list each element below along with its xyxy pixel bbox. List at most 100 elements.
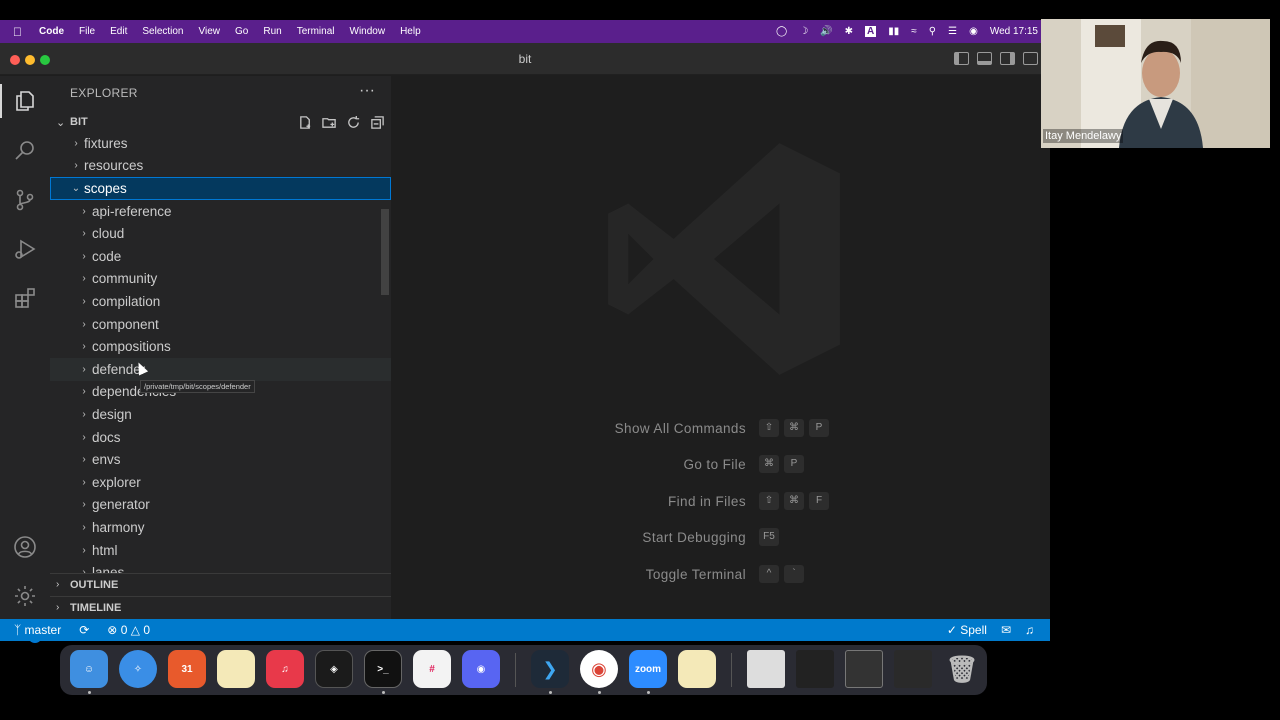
- menu-run[interactable]: Run: [263, 26, 281, 37]
- shortcut-name: Find in Files: [668, 494, 746, 509]
- feedback-icon[interactable]: ✉: [1001, 623, 1011, 637]
- chevron-right-icon: ›: [82, 454, 86, 466]
- new-file-icon[interactable]: [297, 114, 313, 130]
- tree-folder-row[interactable]: › generator: [50, 494, 391, 517]
- volume-icon[interactable]: 🔊: [820, 26, 832, 37]
- menu-terminal[interactable]: Terminal: [297, 26, 335, 37]
- tree-folder-row[interactable]: › envs: [50, 448, 391, 471]
- input-source-icon[interactable]: A: [865, 26, 877, 37]
- spell-status[interactable]: ✓ Spell: [947, 623, 987, 637]
- chrome-icon[interactable]: ◉: [580, 650, 618, 688]
- tree-folder-label: html: [92, 542, 118, 558]
- shortcut-entry[interactable]: Show All Commands ⇧ ⌘ P: [391, 418, 1050, 440]
- branch-status[interactable]: ᛉ master: [14, 623, 61, 637]
- more-actions-icon[interactable]: ···: [359, 82, 375, 100]
- new-folder-icon[interactable]: [321, 114, 337, 130]
- tree-folder-row[interactable]: › design: [50, 403, 391, 426]
- section-header-bit[interactable]: ⌄ BIT: [50, 112, 391, 134]
- tree-folder-row[interactable]: › resources: [50, 155, 391, 178]
- tree-folder-row[interactable]: › api-reference: [50, 200, 391, 223]
- customize-layout-icon[interactable]: [1023, 52, 1038, 65]
- shortcut-entry[interactable]: Toggle Terminal ^ `: [391, 564, 1050, 586]
- toggle-primary-sidebar-icon[interactable]: [954, 52, 969, 65]
- run-debug-icon[interactable]: [10, 234, 40, 264]
- search-icon[interactable]: [10, 135, 40, 165]
- menu-selection[interactable]: Selection: [142, 26, 183, 37]
- shortcut-entry[interactable]: Go to File ⌘ P: [391, 454, 1050, 476]
- settings-gear-icon[interactable]: [10, 581, 40, 611]
- toggle-panel-icon[interactable]: [977, 52, 992, 65]
- git-branch-icon: ᛉ: [14, 623, 22, 637]
- stickies-icon[interactable]: [678, 650, 716, 688]
- notifications-bell-icon[interactable]: ♫: [1025, 623, 1034, 637]
- notes-icon[interactable]: [217, 650, 255, 688]
- menu-edit[interactable]: Edit: [110, 26, 127, 37]
- tree-folder-row[interactable]: › cloud: [50, 222, 391, 245]
- finder-icon[interactable]: ☺: [70, 650, 108, 688]
- layers-app-icon[interactable]: ◈: [315, 650, 353, 688]
- chevron-right-icon: ›: [82, 295, 86, 307]
- explorer-icon[interactable]: [10, 86, 40, 116]
- menu-bar-clock[interactable]: Wed 17:15: [990, 26, 1038, 37]
- vscode-icon[interactable]: ❯: [531, 650, 569, 688]
- tree-folder-row[interactable]: › component: [50, 313, 391, 336]
- source-control-icon[interactable]: [10, 185, 40, 215]
- safari-icon[interactable]: ✧: [119, 650, 157, 688]
- problems-status[interactable]: ⊗ 0 △ 0: [107, 623, 150, 637]
- chevron-right-icon: ›: [82, 499, 86, 511]
- menu-app-code[interactable]: Code: [39, 26, 64, 37]
- tree-folder-row[interactable]: › community: [50, 268, 391, 291]
- tree-folder-row[interactable]: › docs: [50, 426, 391, 449]
- section-header-timeline[interactable]: › TIMELINE: [50, 596, 391, 618]
- zoom-icon[interactable]: zoom: [629, 650, 667, 688]
- discord-icon[interactable]: ◉: [462, 650, 500, 688]
- minimized-window-icon[interactable]: [845, 650, 883, 688]
- tree-folder-row[interactable]: › explorer: [50, 471, 391, 494]
- tree-folder-row[interactable]: › code: [50, 245, 391, 268]
- section-header-outline[interactable]: › OUTLINE: [50, 573, 391, 595]
- minimized-window-icon[interactable]: [796, 650, 834, 688]
- terminal-icon[interactable]: >_: [364, 650, 402, 688]
- bluetooth-icon[interactable]: ✱: [845, 26, 853, 37]
- fantastical-calendar-icon[interactable]: 31: [168, 650, 206, 688]
- tree-folder-row[interactable]: › fixtures: [50, 132, 391, 155]
- tree-folder-row[interactable]: › compositions: [50, 335, 391, 358]
- menu-go[interactable]: Go: [235, 26, 248, 37]
- spotlight-search-icon[interactable]: ⚲: [929, 26, 936, 37]
- menu-view[interactable]: View: [199, 26, 221, 37]
- sync-icon[interactable]: ⟳: [79, 623, 89, 637]
- chevron-right-icon: ›: [82, 250, 86, 262]
- tree-folder-row[interactable]: › compilation: [50, 290, 391, 313]
- shortcut-entry[interactable]: Start Debugging F5: [391, 527, 1050, 549]
- tree-folder-row[interactable]: › html: [50, 539, 391, 562]
- keyboard-key: P: [809, 419, 829, 437]
- editor-area[interactable]: Show All Commands ⇧ ⌘ P Go to File ⌘ P Find in …: [391, 76, 1050, 619]
- shortcut-entry[interactable]: Find in Files ⇧ ⌘ F: [391, 491, 1050, 513]
- screen-share-icon[interactable]: ◯: [776, 26, 787, 37]
- chevron-right-icon: ›: [82, 228, 86, 240]
- collapse-all-icon[interactable]: [369, 114, 385, 130]
- wifi-icon[interactable]: ≈: [911, 26, 917, 37]
- refresh-explorer-icon[interactable]: [345, 114, 361, 130]
- menu-window[interactable]: Window: [350, 26, 386, 37]
- minimized-window-icon[interactable]: [894, 650, 932, 688]
- apple-icon[interactable]: : [13, 25, 27, 39]
- tree-folder-row[interactable]: ⌄ scopes: [50, 177, 391, 200]
- battery-icon[interactable]: ▮▮: [888, 26, 899, 37]
- toggle-secondary-sidebar-icon[interactable]: [1000, 52, 1015, 65]
- tree-folder-row[interactable]: › defender: [50, 358, 391, 381]
- accounts-icon[interactable]: [10, 532, 40, 562]
- extensions-icon[interactable]: [10, 283, 40, 313]
- sidebar-scrollbar[interactable]: [381, 209, 389, 295]
- menu-help[interactable]: Help: [400, 26, 421, 37]
- siri-icon[interactable]: ◉: [969, 26, 978, 37]
- control-center-icon[interactable]: ☰: [948, 26, 957, 37]
- trash-icon[interactable]: 🗑: [943, 650, 981, 688]
- music-icon[interactable]: ♫: [266, 650, 304, 688]
- tree-folder-row[interactable]: › harmony: [50, 516, 391, 539]
- slack-icon[interactable]: #: [413, 650, 451, 688]
- menu-file[interactable]: File: [79, 26, 95, 37]
- document-thumbnail-icon[interactable]: [747, 650, 785, 688]
- tree-folder-label: explorer: [92, 474, 141, 490]
- do-not-disturb-icon[interactable]: ☽: [799, 26, 808, 37]
